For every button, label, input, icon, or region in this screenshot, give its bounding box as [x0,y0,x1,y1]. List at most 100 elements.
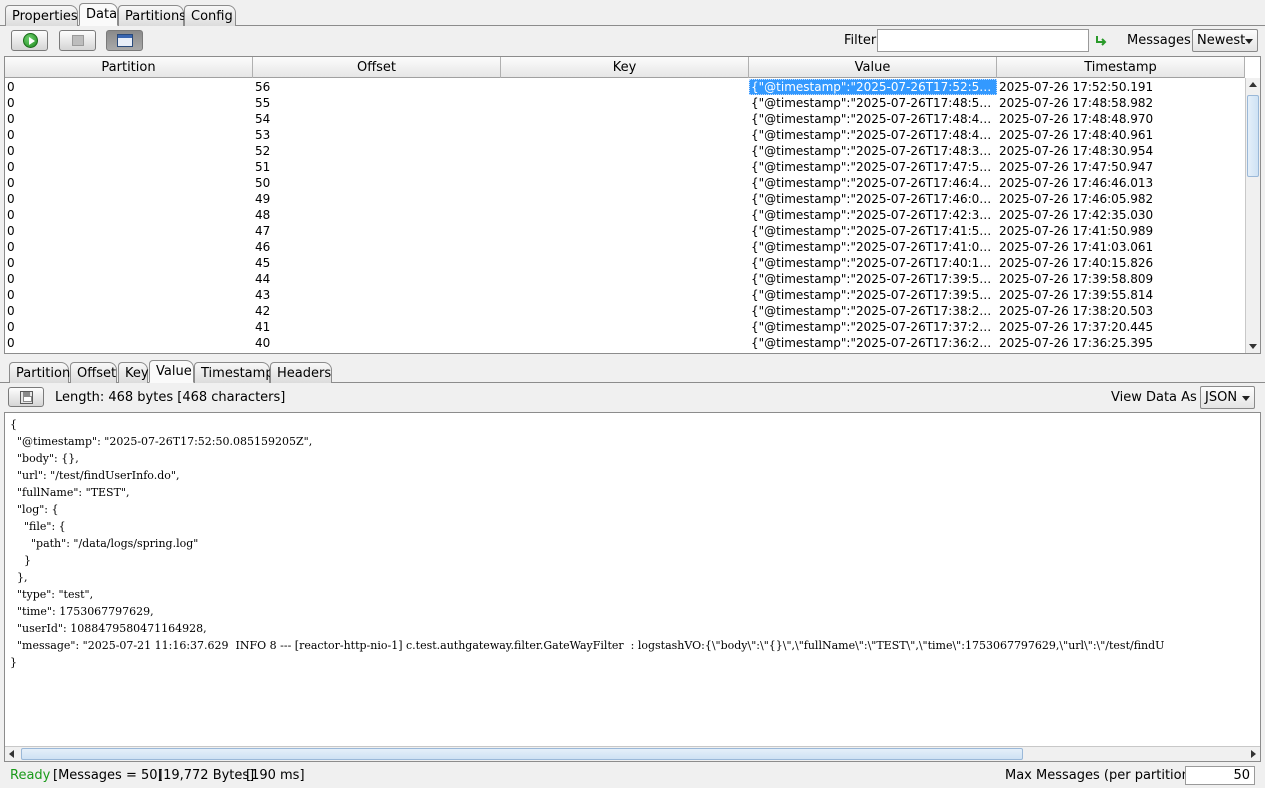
table-row[interactable]: 055 {"@timestamp":"2025-07-26T17:48:58.87… [5,95,1245,111]
table-row[interactable]: 051 {"@timestamp":"2025-07-26T17:47:50.83… [5,159,1245,175]
stop-button[interactable] [59,30,96,51]
table-cell-partition[interactable]: 0 [5,319,253,335]
table-cell-partition[interactable]: 0 [5,79,253,95]
table-cell-key[interactable] [501,287,749,303]
column-header-value[interactable]: Value [749,57,997,78]
table-row[interactable]: 049 {"@timestamp":"2025-07-26T17:46:05.85… [5,191,1245,207]
table-row[interactable]: 050 {"@timestamp":"2025-07-26T17:46:45.89… [5,175,1245,191]
table-cell-key[interactable] [501,79,749,95]
table-cell-offset[interactable]: 50 [253,175,501,191]
table-cell-key[interactable] [501,191,749,207]
table-cell-offset[interactable]: 53 [253,127,501,143]
table-cell-partition[interactable]: 0 [5,111,253,127]
scroll-down-icon[interactable] [1249,344,1257,349]
table-cell-timestamp[interactable]: 2025-07-26 17:36:25.395 [997,335,1245,351]
apply-filter-icon[interactable] [1094,34,1108,48]
table-cell-offset[interactable]: 52 [253,143,501,159]
table-cell-timestamp[interactable]: 2025-07-26 17:52:50.191 [997,79,1245,95]
scrollbar-thumb[interactable] [1247,95,1259,177]
table-cell-partition[interactable]: 0 [5,95,253,111]
table-row[interactable]: 040 {"@timestamp":"2025-07-26T17:36:25.28… [5,335,1245,351]
horizontal-scrollbar[interactable] [5,746,1260,761]
table-cell-offset[interactable]: 49 [253,191,501,207]
table-row[interactable]: 054 {"@timestamp":"2025-07-26T17:48:48.86… [5,111,1245,127]
table-cell-partition[interactable]: 0 [5,159,253,175]
table-cell-partition[interactable]: 0 [5,255,253,271]
table-cell-value[interactable]: {"@timestamp":"2025-07-26T17:39:55.694..… [749,287,997,303]
table-cell-offset[interactable]: 42 [253,303,501,319]
table-cell-value[interactable]: {"@timestamp":"2025-07-26T17:38:20.390..… [749,303,997,319]
start-button[interactable] [11,30,48,51]
table-cell-timestamp[interactable]: 2025-07-26 17:47:50.947 [997,159,1245,175]
table-cell-key[interactable] [501,223,749,239]
table-cell-value[interactable]: {"@timestamp":"2025-07-26T17:36:25.283..… [749,335,997,351]
table-cell-value[interactable]: {"@timestamp":"2025-07-26T17:37:20.334..… [749,319,997,335]
save-button[interactable] [8,387,44,407]
column-header-offset[interactable]: Offset [253,57,501,78]
table-cell-offset[interactable]: 55 [253,95,501,111]
table-cell-partition[interactable]: 0 [5,175,253,191]
table-cell-key[interactable] [501,95,749,111]
vertical-scrollbar[interactable] [1245,78,1260,353]
table-row[interactable]: 046 {"@timestamp":"2025-07-26T17:41:02.95… [5,239,1245,255]
column-header-key[interactable]: Key [501,57,749,78]
scrollbar-thumb[interactable] [21,748,1023,760]
table-cell-offset[interactable]: 41 [253,319,501,335]
scroll-right-icon[interactable] [1251,750,1256,758]
column-header-partition[interactable]: Partition [5,57,253,78]
table-cell-partition[interactable]: 0 [5,223,253,239]
table-cell-key[interactable] [501,127,749,143]
table-cell-key[interactable] [501,159,749,175]
tab-detail-partition[interactable]: Partition [9,362,70,383]
table-cell-offset[interactable]: 44 [253,271,501,287]
table-cell-timestamp[interactable]: 2025-07-26 17:48:58.982 [997,95,1245,111]
table-cell-value[interactable]: {"@timestamp":"2025-07-26T17:48:58.874..… [749,95,997,111]
table-cell-timestamp[interactable]: 2025-07-26 17:38:20.503 [997,303,1245,319]
table-cell-value[interactable]: {"@timestamp":"2025-07-26T17:52:50.085..… [749,79,997,95]
table-cell-value[interactable]: {"@timestamp":"2025-07-26T17:41:02.953..… [749,239,997,255]
table-row[interactable]: 041 {"@timestamp":"2025-07-26T17:37:20.33… [5,319,1245,335]
table-cell-timestamp[interactable]: 2025-07-26 17:46:05.982 [997,191,1245,207]
table-cell-timestamp[interactable]: 2025-07-26 17:40:15.826 [997,255,1245,271]
table-cell-key[interactable] [501,303,749,319]
table-cell-partition[interactable]: 0 [5,271,253,287]
table-cell-value[interactable]: {"@timestamp":"2025-07-26T17:48:48.865..… [749,111,997,127]
table-row[interactable]: 044 {"@timestamp":"2025-07-26T17:39:58.69… [5,271,1245,287]
table-cell-value[interactable]: {"@timestamp":"2025-07-26T17:48:30.845..… [749,143,997,159]
table-cell-partition[interactable]: 0 [5,303,253,319]
table-cell-partition[interactable]: 0 [5,207,253,223]
table-cell-timestamp[interactable]: 2025-07-26 17:48:30.954 [997,143,1245,159]
table-cell-offset[interactable]: 40 [253,335,501,351]
table-cell-key[interactable] [501,319,749,335]
max-messages-input[interactable]: 50 [1185,766,1255,785]
table-cell-key[interactable] [501,111,749,127]
table-cell-key[interactable] [501,255,749,271]
table-cell-offset[interactable]: 51 [253,159,501,175]
table-cell-timestamp[interactable]: 2025-07-26 17:39:58.809 [997,271,1245,287]
scroll-left-icon[interactable] [9,750,14,758]
table-cell-key[interactable] [501,207,749,223]
table-cell-partition[interactable]: 0 [5,287,253,303]
table-cell-offset[interactable]: 47 [253,223,501,239]
table-cell-timestamp[interactable]: 2025-07-26 17:48:48.970 [997,111,1245,127]
table-row[interactable]: 052 {"@timestamp":"2025-07-26T17:48:30.84… [5,143,1245,159]
table-row[interactable]: 043 {"@timestamp":"2025-07-26T17:39:55.69… [5,287,1245,303]
tab-detail-value[interactable]: Value [149,360,194,383]
tab-config[interactable]: Config [184,5,236,26]
table-cell-partition[interactable]: 0 [5,127,253,143]
table-cell-value[interactable]: {"@timestamp":"2025-07-26T17:41:50.882..… [749,223,997,239]
value-viewer[interactable]: { "@timestamp": "2025-07-26T17:52:50.085… [4,412,1261,762]
table-cell-offset[interactable]: 43 [253,287,501,303]
table-cell-partition[interactable]: 0 [5,239,253,255]
tab-detail-offset[interactable]: Offset [70,362,117,383]
table-row[interactable]: 053 {"@timestamp":"2025-07-26T17:48:40.85… [5,127,1245,143]
table-cell-timestamp[interactable]: 2025-07-26 17:42:35.030 [997,207,1245,223]
table-row[interactable]: 056 {"@timestamp":"2025-07-26T17:52:50.08… [5,79,1245,95]
messages-select[interactable]: Newest [1192,29,1258,52]
table-cell-key[interactable] [501,271,749,287]
table-cell-value[interactable]: {"@timestamp":"2025-07-26T17:40:15.712..… [749,255,997,271]
table-cell-offset[interactable]: 56 [253,79,501,95]
table-row[interactable]: 048 {"@timestamp":"2025-07-26T17:42:34.92… [5,207,1245,223]
tab-detail-key[interactable]: Key [118,362,149,383]
table-cell-offset[interactable]: 46 [253,239,501,255]
